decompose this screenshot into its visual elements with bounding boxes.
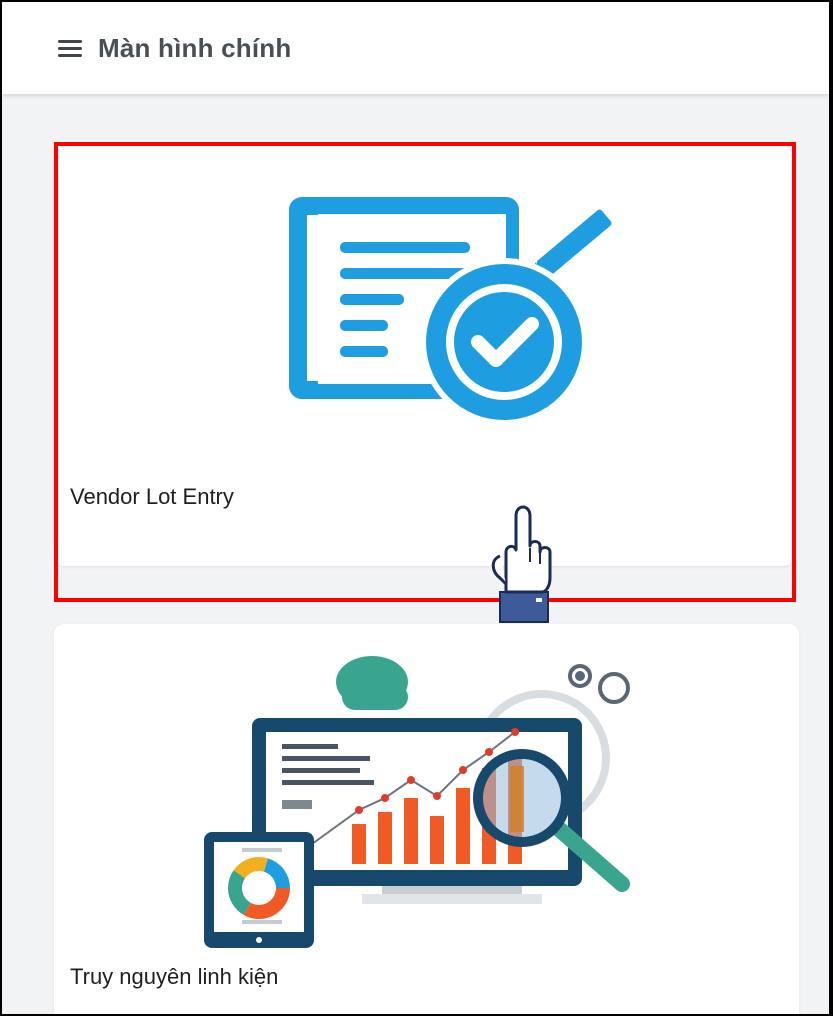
menu-button[interactable] <box>44 22 96 74</box>
app-window: Màn hình chính Vendor Lot Entry Truy ngu… <box>2 2 829 1014</box>
vendor-lot-entry-card[interactable]: Vendor Lot Entry <box>54 140 794 566</box>
analytics-dashboard-icon <box>204 656 630 948</box>
page-title: Màn hình chính <box>98 32 292 63</box>
hamburger-menu-icon <box>58 40 82 57</box>
truy-nguyen-linh-kien-card[interactable]: Truy nguyên linh kiện <box>54 624 799 1014</box>
document-check-icon <box>289 197 612 426</box>
main-content: Vendor Lot Entry Truy nguyên linh kiện <box>2 94 829 1014</box>
card-label: Truy nguyên linh kiện <box>70 964 279 989</box>
hand-pointer-icon <box>491 505 552 623</box>
card-label: Vendor Lot Entry <box>70 484 234 509</box>
app-bar: Màn hình chính <box>2 2 829 94</box>
